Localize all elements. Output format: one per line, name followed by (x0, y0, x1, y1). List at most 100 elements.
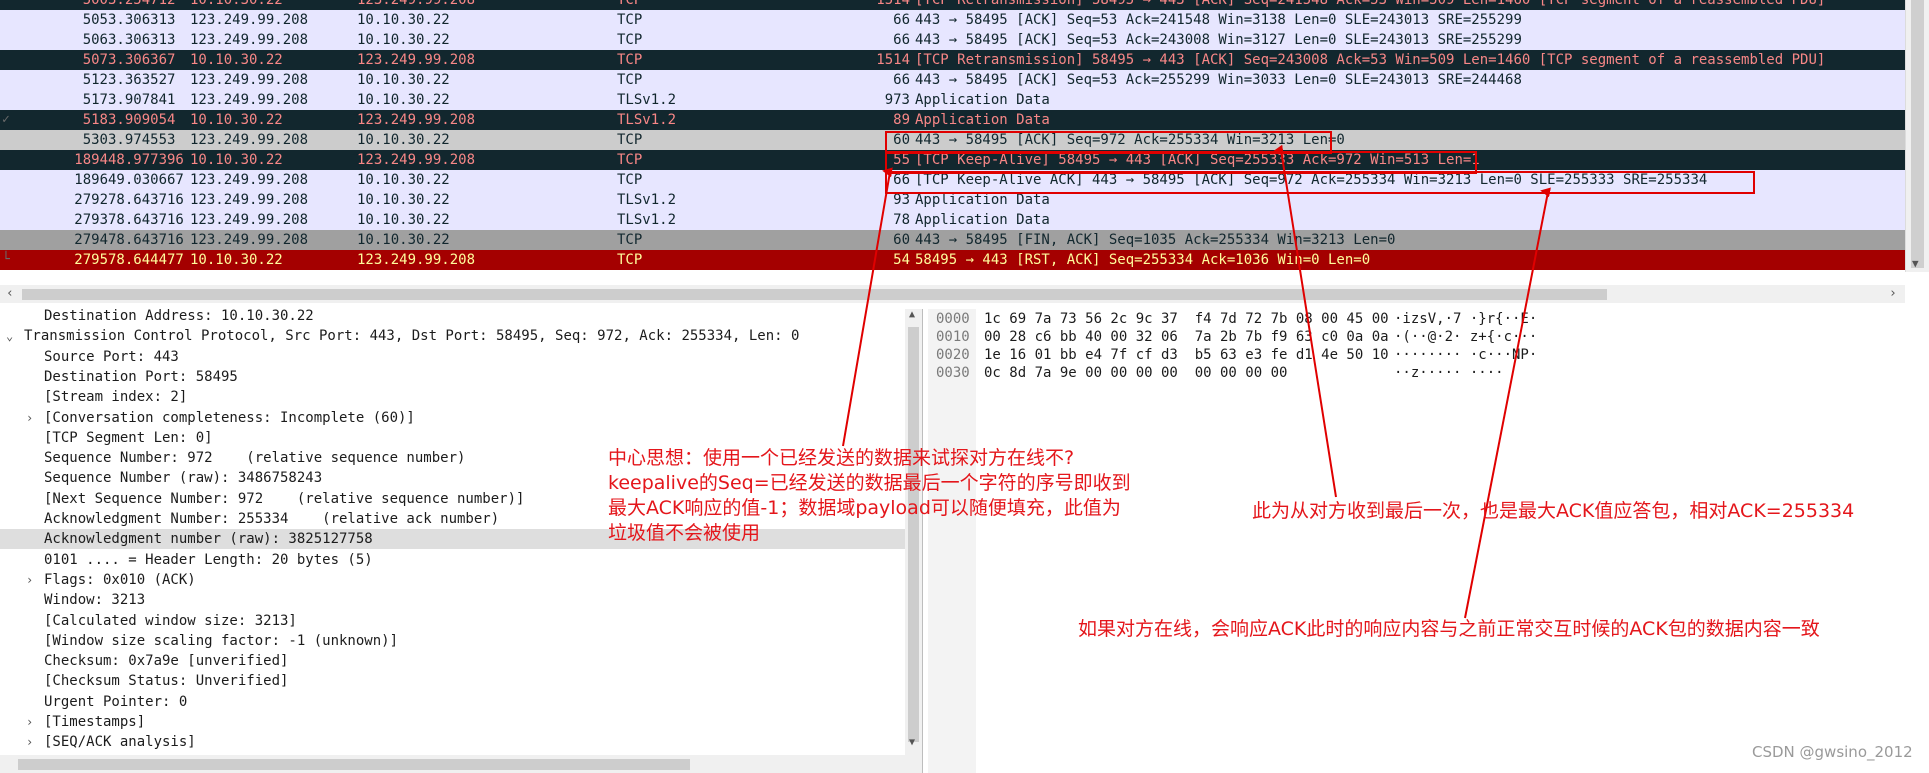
packet-info: [TCP Retransmission] 58495 → 443 [ACK] S… (915, 52, 1826, 68)
packet-row[interactable]: 2795 78.644477 10.10.30.22 123.249.99.208 TC… (0, 250, 1905, 270)
chevron-right-icon[interactable]: › (26, 712, 33, 732)
packet-row[interactable]: 2792 78.643716 123.249.99.208 10.10.30.22 TL… (0, 190, 1905, 210)
detail-row[interactable]: Checksum: 0x7a9e [unverified] (0, 651, 905, 671)
packet-row[interactable]: 2794 78.643716 123.249.99.208 10.10.30.22 TC… (0, 230, 1905, 250)
packet-row[interactable]: 1894 48.977396 10.10.30.22 123.249.99.208 TC… (0, 150, 1905, 170)
byte-offset: 0020 (936, 347, 970, 363)
annotation-line: 中心思想：使用一个已经发送的数据来试探对方在线不? (608, 447, 1075, 469)
packet-number: 500 (82, 0, 108, 8)
packet-source: 123.249.99.208 (190, 132, 309, 148)
detail-row[interactable]: [Stream index: 2] (0, 387, 905, 407)
packet-row[interactable]: 506 3.306313 123.249.99.208 10.10.30.22 TCP 6… (0, 30, 1905, 50)
packet-number: 2793 (74, 212, 108, 228)
packet-length: 1514 (876, 0, 910, 8)
packet-list-horizontal-scrollbar[interactable]: ‹ › (0, 285, 1905, 303)
detail-row[interactable]: Destination Address: 10.10.30.22 (0, 309, 905, 326)
packet-list[interactable]: 500 3.254712 10.10.30.22 123.249.99.208 TCP 1… (0, 0, 1905, 272)
scroll-up-icon[interactable]: ▲ (909, 309, 915, 320)
scroll-right-icon[interactable]: › (1889, 286, 1897, 301)
detail-text: Destination Port: 58495 (44, 369, 238, 385)
detail-row[interactable]: Window: 3213 (0, 590, 905, 610)
chevron-down-icon[interactable]: ⌄ (6, 326, 13, 346)
detail-text: Checksum: 0x7a9e [unverified] (44, 653, 289, 669)
annotation-line: 最大ACK响应的值-1；数据域payload可以随便填充，此值为 (608, 497, 1121, 519)
detail-text: Urgent Pointer: 0 (44, 694, 188, 710)
packet-length: 66 (893, 32, 910, 48)
detail-row[interactable]: Urgent Pointer: 0 (0, 692, 905, 712)
scrollbar-thumb[interactable] (22, 289, 1607, 300)
detail-row[interactable]: Destination Port: 58495 (0, 367, 905, 387)
chevron-right-icon[interactable]: › (26, 570, 33, 590)
byte-hex: 1c 69 7a 73 56 2c 9c 37 f4 7d 72 7b 08 0… (984, 311, 1389, 327)
packet-protocol: TLSv1.2 (617, 92, 677, 108)
packet-source: 10.10.30.22 (190, 52, 283, 68)
packet-time: 3.306313 (108, 12, 176, 28)
packet-info: 58495 → 443 [RST, ACK] Seq=255334 Ack=10… (915, 252, 1371, 268)
detail-row[interactable]: Source Port: 443 (0, 347, 905, 367)
packet-row[interactable]: 505 3.306313 123.249.99.208 10.10.30.22 TCP 6… (0, 10, 1905, 30)
packet-protocol: TCP (617, 12, 643, 28)
detail-row[interactable]: › [Timestamps] (0, 712, 905, 732)
detail-row[interactable]: › [Conversation completeness: Incomplete … (0, 408, 905, 428)
detail-text: [Conversation completeness: Incomplete (… (44, 410, 415, 426)
scroll-down-icon[interactable]: ▼ (909, 737, 915, 748)
packet-destination: 10.10.30.22 (357, 132, 450, 148)
packet-number: 2795 (74, 252, 108, 268)
packet-row[interactable]: 518 3.909054 10.10.30.22 123.249.99.208 TLSv… (0, 110, 1905, 130)
packet-number: 1894 (74, 152, 108, 168)
chevron-right-icon[interactable]: › (26, 732, 33, 752)
packet-length: 54 (893, 252, 910, 268)
packet-row[interactable]: 500 3.254712 10.10.30.22 123.249.99.208 TCP 1… (0, 0, 1905, 10)
packet-row[interactable]: 512 3.363527 123.249.99.208 10.10.30.22 TCP 6… (0, 70, 1905, 90)
packet-time: 3.254712 (108, 0, 176, 8)
packet-number: 518 (82, 112, 108, 128)
packet-info: Application Data (915, 112, 1050, 128)
byte-ascii: ··z····· ···· (1394, 365, 1504, 381)
packet-list-vertical-scrollbar[interactable]: ▼ (1905, 0, 1929, 272)
packet-row[interactable]: 507 3.306367 10.10.30.22 123.249.99.208 TCP 1… (0, 50, 1905, 70)
packet-time: 3.974553 (108, 132, 176, 148)
packet-protocol: TCP (617, 0, 643, 8)
packet-protocol: TCP (617, 252, 643, 268)
byte-offset: 0010 (936, 329, 970, 345)
packet-info: 443 → 58495 [FIN, ACK] Seq=1035 Ack=2553… (915, 232, 1396, 248)
annotation-main-idea: 中心思想：使用一个已经发送的数据来试探对方在线不? keepalive的Seq=… (608, 446, 1131, 546)
detail-row[interactable]: [Window size scaling factor: -1 (unknown… (0, 631, 905, 651)
packet-destination: 123.249.99.208 (357, 252, 476, 268)
packet-destination: 10.10.30.22 (357, 172, 450, 188)
byte-hex: 00 28 c6 bb 40 00 32 06 7a 2b 7b f9 63 c… (984, 329, 1389, 345)
packet-row[interactable]: 517 3.907841 123.249.99.208 10.10.30.22 TLSv… (0, 90, 1905, 110)
detail-row[interactable]: [Calculated window size: 3213] (0, 611, 905, 631)
detail-row[interactable]: [TCP Segment Len: 0] (0, 428, 905, 448)
detail-text: Sequence Number (raw): 3486758243 (44, 470, 323, 486)
packet-info: 443 → 58495 [ACK] Seq=972 Ack=255334 Win… (915, 132, 1345, 148)
packet-source: 123.249.99.208 (190, 92, 309, 108)
chevron-right-icon[interactable]: › (26, 408, 33, 428)
detail-row[interactable]: [Checksum Status: Unverified] (0, 671, 905, 691)
packet-info: Application Data (915, 192, 1050, 208)
detail-row[interactable]: ⌄ Transmission Control Protocol, Src Port… (0, 326, 905, 346)
scroll-left-icon[interactable]: ‹ (6, 286, 14, 301)
watermark: CSDN @gwsino_2012 (1752, 743, 1913, 761)
packet-info: [TCP Keep-Alive ACK] 443 → 58495 [ACK] S… (915, 172, 1708, 188)
packet-number: 530 (82, 132, 108, 148)
details-horizontal-scrollbar[interactable] (0, 755, 905, 773)
packet-length: 55 (893, 152, 910, 168)
detail-row[interactable]: › [SEQ/ACK analysis] (0, 732, 905, 752)
packet-length: 89 (893, 112, 910, 128)
packet-row[interactable]: 2793 78.643716 123.249.99.208 10.10.30.22 TL… (0, 210, 1905, 230)
scrollbar-thumb[interactable] (1911, 0, 1924, 268)
packet-protocol: TLSv1.2 (617, 112, 677, 128)
detail-text: [Checksum Status: Unverified] (44, 673, 289, 689)
detail-row[interactable]: › Flags: 0x010 (ACK) (0, 570, 905, 590)
detail-text: Source Port: 443 (44, 349, 179, 365)
packet-row[interactable]: 1896 49.030667 123.249.99.208 10.10.30.22 TC… (0, 170, 1905, 190)
packet-length: 60 (893, 232, 910, 248)
packet-length: 93 (893, 192, 910, 208)
detail-row[interactable]: 0101 .... = Header Length: 20 bytes (5) (0, 550, 905, 570)
packet-time: 78.644477 (108, 252, 184, 268)
scrollbar-thumb[interactable] (18, 759, 690, 770)
packet-protocol: TCP (617, 32, 643, 48)
packet-row[interactable]: 530 3.974553 123.249.99.208 10.10.30.22 TCP 6… (0, 130, 1905, 150)
scroll-down-icon[interactable]: ▼ (1912, 257, 1919, 270)
